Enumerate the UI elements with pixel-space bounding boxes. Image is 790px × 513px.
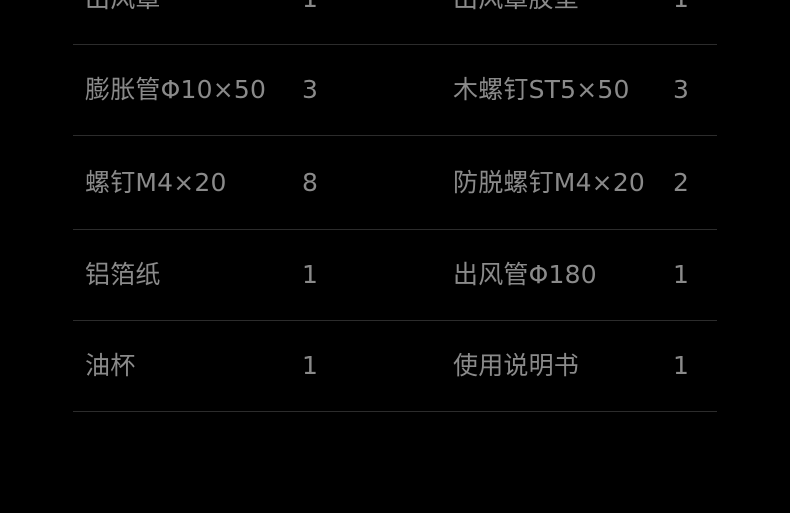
- table-row: 铝箔纸 1 出风管Φ180 1: [73, 230, 717, 321]
- item-quantity: 1: [673, 351, 690, 380]
- page: 出风罩 1 出风罩胶垫 1 膨胀管Φ10×50 3 木螺钉ST5×50 3 螺钉…: [0, 0, 790, 513]
- item-quantity: 1: [302, 260, 319, 289]
- item-quantity: 3: [673, 75, 690, 104]
- item-name: 使用说明书: [453, 351, 580, 380]
- item-quantity: 2: [673, 167, 690, 197]
- item-name: 膨胀管Φ10×50: [85, 75, 267, 104]
- item-quantity: 1: [302, 351, 319, 380]
- table-row: 油杯 1 使用说明书 1: [73, 321, 717, 412]
- item-quantity: 1: [673, 260, 690, 289]
- item-name: 出风罩: [85, 0, 161, 14]
- item-quantity: 1: [302, 0, 318, 14]
- item-name: 出风管Φ180: [453, 260, 597, 289]
- item-quantity: 8: [302, 167, 319, 197]
- item-name: 出风罩胶垫: [453, 0, 579, 14]
- table-row: 膨胀管Φ10×50 3 木螺钉ST5×50 3: [73, 45, 717, 136]
- item-name: 铝箔纸: [85, 260, 161, 289]
- table-row: 螺钉M4×20 8 防脱螺钉M4×20 2: [73, 136, 717, 230]
- item-name: 木螺钉ST5×50: [453, 75, 630, 104]
- item-quantity: 1: [673, 0, 689, 14]
- item-quantity: 3: [302, 75, 319, 104]
- item-name: 油杯: [85, 351, 136, 380]
- item-name: 螺钉M4×20: [85, 167, 227, 197]
- table-row: 出风罩 1 出风罩胶垫 1: [73, 0, 717, 45]
- parts-table: 出风罩 1 出风罩胶垫 1 膨胀管Φ10×50 3 木螺钉ST5×50 3 螺钉…: [73, 0, 717, 412]
- item-name: 防脱螺钉M4×20: [453, 167, 646, 197]
